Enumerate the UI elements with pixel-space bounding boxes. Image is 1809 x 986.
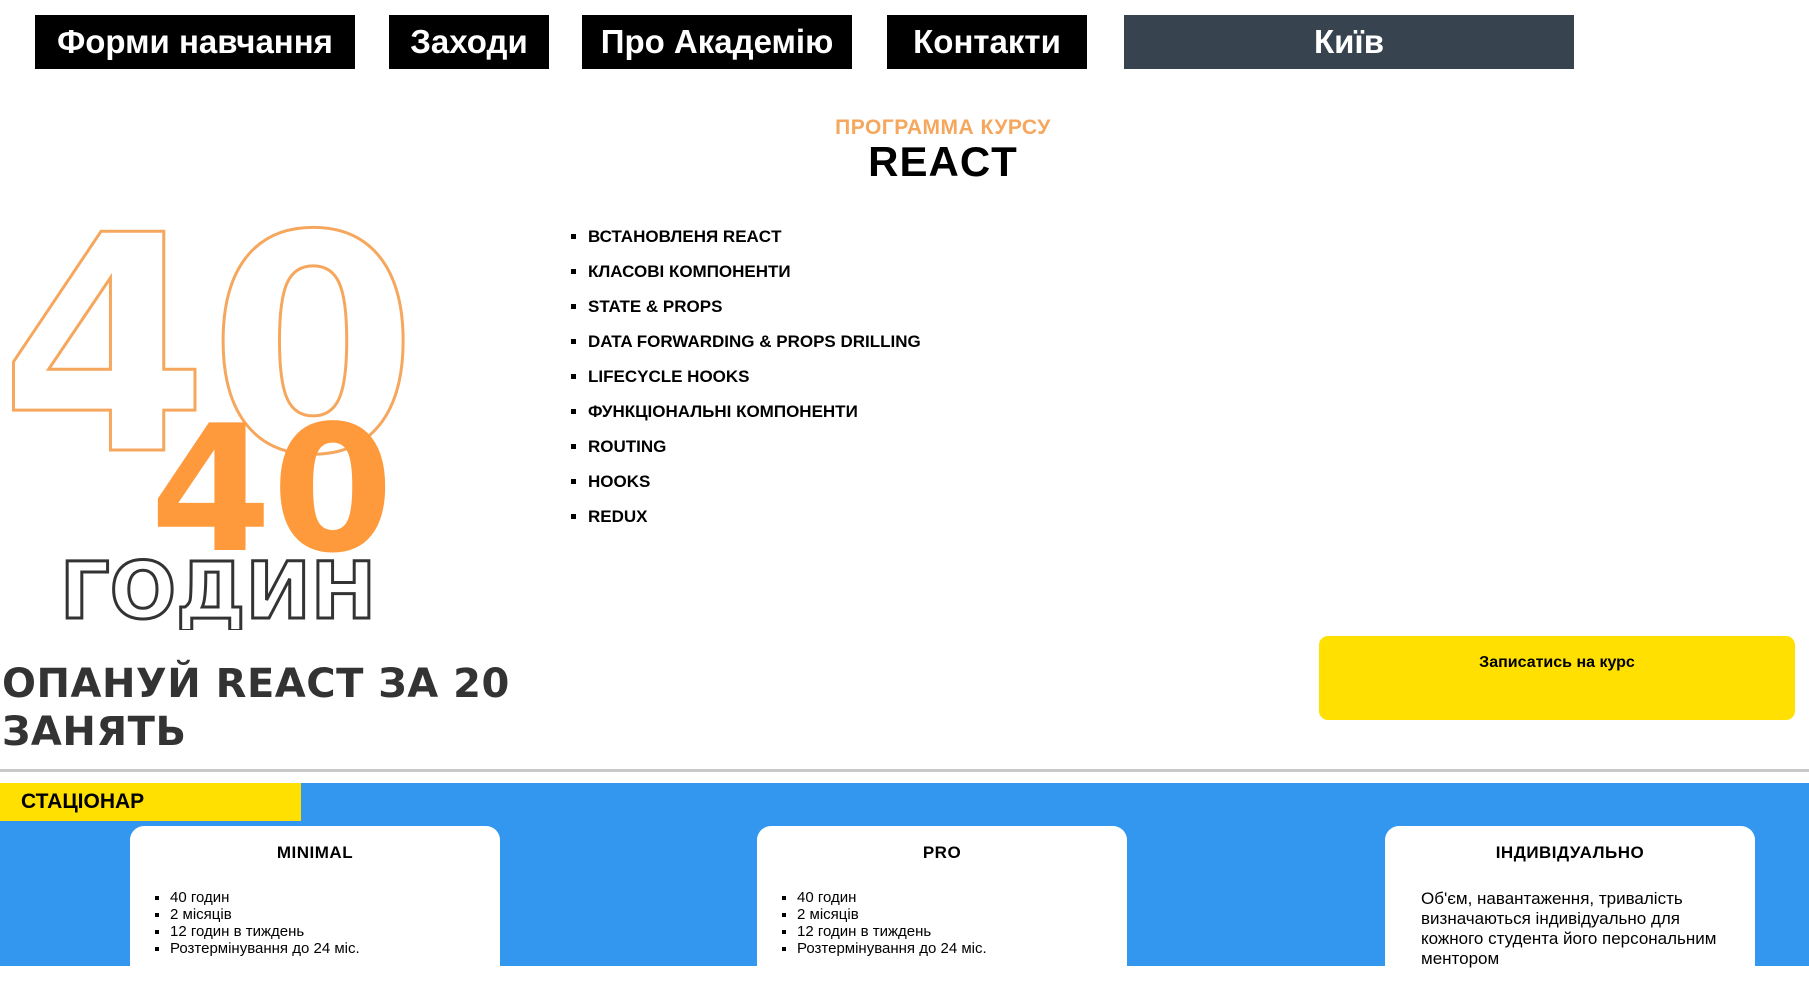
plan-feature: 12 годин в тиждень (170, 923, 500, 940)
topic-item: ROUTING (588, 434, 921, 469)
topic-item: ВСТАНОВЛЕНЯ REACT (588, 224, 921, 259)
hours-word: ГОДИН (60, 547, 376, 630)
plan-feature: Розтермінування до 24 міс. (797, 940, 1127, 957)
plan-features: 40 годин 2 місяців 12 годин в тиждень Ро… (757, 889, 1127, 957)
tagline-line-1: ОПАНУЙ REACT ЗА 20 (2, 661, 510, 707)
course-topics: ВСТАНОВЛЕНЯ REACT КЛАСОВІ КОМПОНЕНТИ STA… (560, 224, 921, 539)
tagline-line-2: ЗАНЯТЬ (2, 709, 187, 755)
plan-title: ІНДИВІДУАЛЬНО (1495, 843, 1645, 862)
section-divider (0, 769, 1809, 772)
plan-description: Об'єм, навантаження, тривалість визначаю… (1421, 889, 1717, 968)
plan-feature: 2 місяців (170, 906, 500, 923)
nav-item-about[interactable]: Про Академію (582, 15, 852, 69)
topic-item: LIFECYCLE HOOKS (588, 364, 921, 399)
study-mode-label: СТАЦІОНАР (0, 783, 301, 821)
plan-features: 40 годин 2 місяців 12 годин в тиждень Ро… (130, 889, 500, 957)
plan-feature: 12 годин в тиждень (797, 923, 1127, 940)
enroll-button[interactable]: Записатись на курс (1319, 636, 1795, 720)
plan-feature: 2 місяців (797, 906, 1127, 923)
plan-card-pro: PRO 40 годин 2 місяців 12 годин в тижден… (757, 826, 1127, 986)
plan-feature: 40 годин (170, 889, 500, 906)
plan-feature: Розтермінування до 24 міс. (170, 940, 500, 957)
course-kicker: ПРОГРАММА КУРСУ (835, 116, 1051, 139)
plan-card-individual: ІНДИВІДУАЛЬНО Об'єм, навантаження, трива… (1385, 826, 1755, 986)
topic-item: DATA FORWARDING & PROPS DRILLING (588, 329, 921, 364)
topic-item: STATE & PROPS (588, 294, 921, 329)
plan-feature: 40 годин (797, 889, 1127, 906)
plan-title: MINIMAL (276, 843, 354, 862)
nav-item-events[interactable]: Заходи (389, 15, 549, 69)
topic-item: REDUX (588, 504, 921, 539)
city-selector[interactable]: Київ (1124, 15, 1574, 69)
topic-item: HOOKS (588, 469, 921, 504)
topic-item: КЛАСОВІ КОМПОНЕНТИ (588, 259, 921, 294)
plan-card-minimal: MINIMAL 40 годин 2 місяців 12 годин в ти… (130, 826, 500, 986)
topic-item: ФУНКЦІОНАЛЬНІ КОМПОНЕНТИ (588, 399, 921, 434)
plan-title: PRO (922, 843, 962, 862)
course-tagline: ОПАНУЙ REACT ЗА 20 ЗАНЯТЬ (2, 660, 510, 756)
nav-item-forms[interactable]: Форми навчання (35, 15, 355, 69)
page-title: REACT (868, 138, 1018, 185)
nav-item-contacts[interactable]: Контакти (887, 15, 1087, 69)
hours-graphic: 40 40 ГОДИН (0, 210, 419, 630)
